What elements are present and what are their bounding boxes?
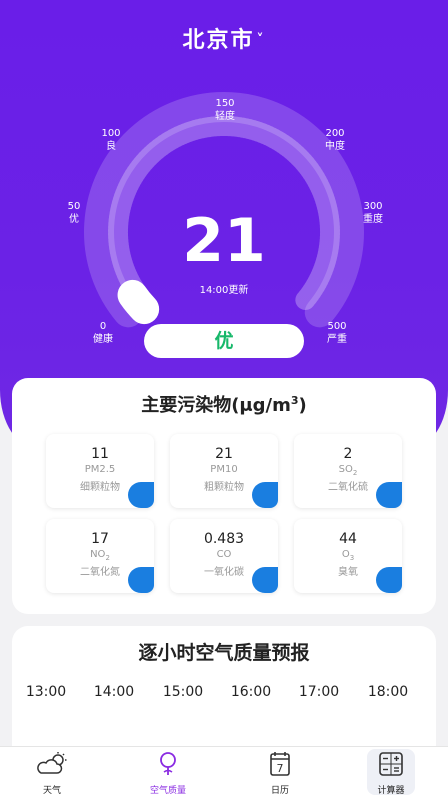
- tab-weather[interactable]: 天气: [22, 751, 82, 796]
- pollutant-value: 11: [91, 446, 109, 462]
- pollutant-tile-pm25[interactable]: 11 PM2.5 细颗粒物: [46, 434, 154, 508]
- pollutant-value: 0.483: [203, 531, 245, 547]
- pollutant-tile-no2[interactable]: 17 NO2 二氧化氮: [46, 519, 154, 593]
- pollutant-tile-co[interactable]: 0.483 CO 一氧化碳: [170, 519, 278, 593]
- forecast-hour: 15:00: [162, 684, 204, 700]
- calendar-icon: 7: [270, 752, 290, 776]
- tick-0: 0 健康: [93, 321, 113, 345]
- pollutant-code: NO2: [90, 549, 110, 562]
- tick-200: 200 中度: [325, 128, 345, 152]
- drop-icon: [128, 482, 154, 508]
- drop-icon: [252, 567, 278, 593]
- tick-50: 50 优: [67, 201, 81, 225]
- pollutant-code: PM10: [210, 464, 238, 475]
- pollutants-title: 主要污染物(μg/m3): [141, 394, 307, 416]
- tab-calendar[interactable]: 7 日历: [250, 751, 310, 796]
- tick-150: 150 轻度: [215, 98, 235, 122]
- forecast-hour: 16:00: [230, 684, 272, 700]
- pollutant-value: 2: [343, 446, 353, 462]
- forecast-hour: 17:00: [298, 684, 340, 700]
- drop-icon: [376, 567, 402, 593]
- tab-label: 计算器: [377, 786, 405, 796]
- pollutant-code: O3: [341, 549, 355, 562]
- update-time: 14:00更新: [199, 285, 249, 296]
- bottom-tab-bar: 天气 空气质量 7 日历 计算器: [0, 746, 448, 798]
- drop-icon: [376, 482, 402, 508]
- pollutant-value: 44: [339, 531, 357, 547]
- calculator-icon: [379, 752, 403, 776]
- forecast-hour: 18:00: [367, 684, 409, 700]
- tick-500: 500 严重: [327, 321, 347, 345]
- pollutant-tile-pm10[interactable]: 21 PM10 粗颗粒物: [170, 434, 278, 508]
- forecast-card: 逐小时空气质量预报 13:00 14:00 15:00 16:00 17:00 …: [12, 626, 436, 766]
- pollutant-value: 21: [215, 446, 233, 462]
- tab-calculator[interactable]: 计算器: [361, 751, 421, 796]
- pollutant-code: PM2.5: [84, 464, 116, 475]
- drop-icon: [252, 482, 278, 508]
- pollutant-code: CO: [216, 549, 232, 560]
- drop-icon: [128, 567, 154, 593]
- air-quality-icon: [160, 752, 176, 775]
- tab-air-quality[interactable]: 空气质量: [138, 751, 198, 796]
- tick-100: 100 良: [101, 128, 121, 152]
- weather-icon: [37, 752, 67, 774]
- tab-label: 空气质量: [149, 786, 186, 796]
- pollutant-value: 17: [91, 531, 109, 547]
- pollutants-card: 主要污染物(μg/m3) 11 PM2.5 细颗粒物 21 PM10 粗颗粒物 …: [12, 378, 436, 614]
- forecast-title: 逐小时空气质量预报: [138, 642, 310, 664]
- gauge-value-arc: [117, 279, 160, 325]
- calendar-day: 7: [277, 762, 284, 775]
- forecast-hour: 14:00: [93, 684, 135, 700]
- tick-300: 300 重度: [363, 201, 383, 225]
- pollutant-tile-so2[interactable]: 2 SO2 二氧化硫: [294, 434, 402, 508]
- tab-label: 日历: [270, 786, 289, 796]
- tab-label: 天气: [42, 786, 61, 796]
- aqi-level-badge: 优: [144, 324, 304, 358]
- forecast-hour: 13:00: [25, 684, 67, 700]
- pollutant-code: SO2: [338, 464, 358, 477]
- pollutant-tile-o3[interactable]: 44 O3 臭氧: [294, 519, 402, 593]
